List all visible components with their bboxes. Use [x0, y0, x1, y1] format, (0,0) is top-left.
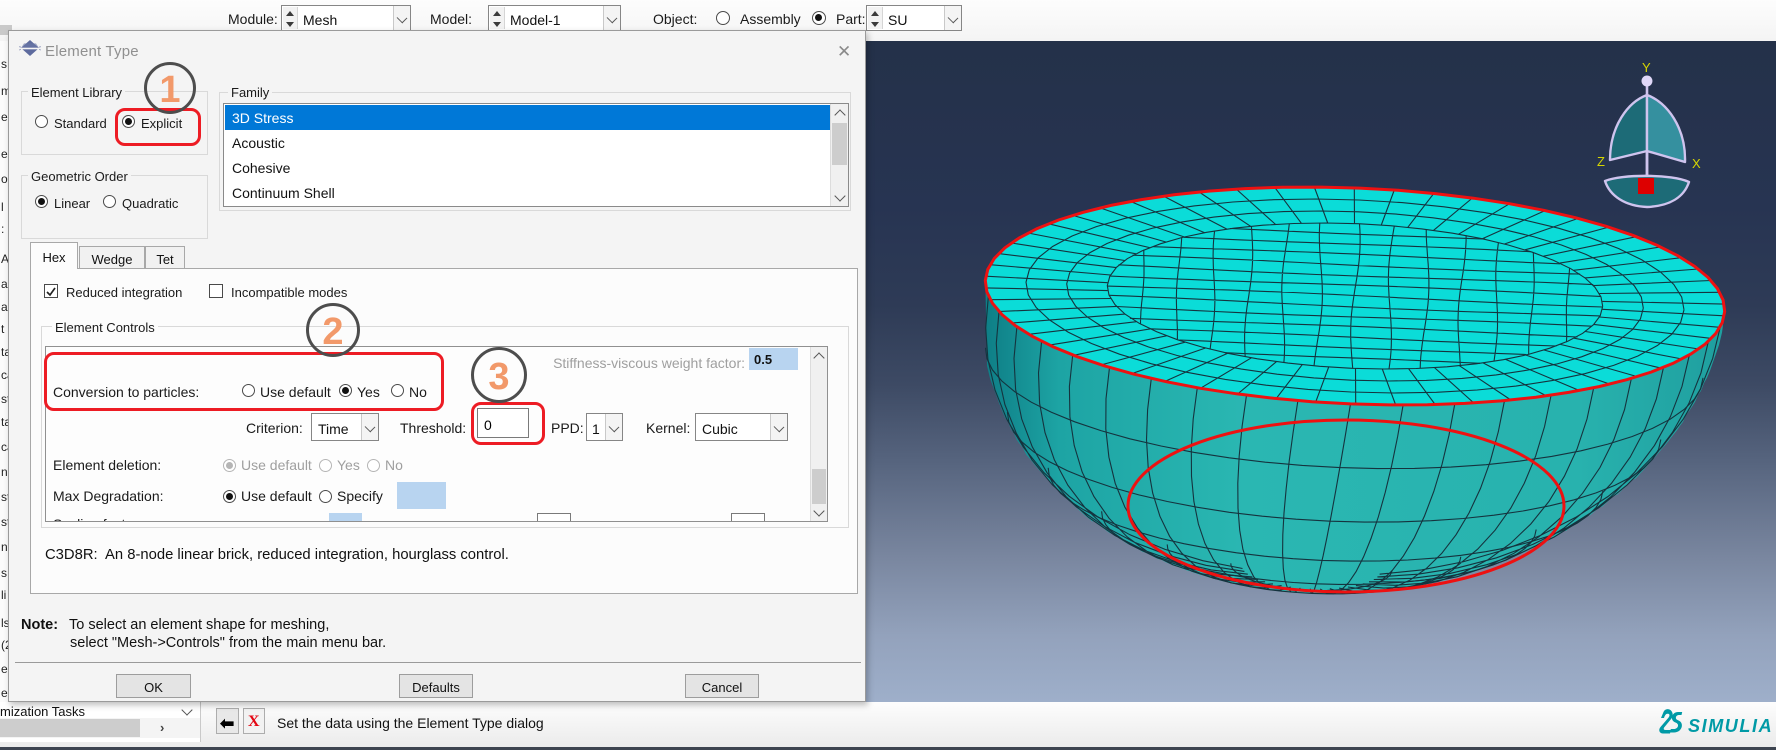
svg-text:SIMULIA: SIMULIA	[1688, 716, 1773, 736]
svg-text:X: X	[1692, 156, 1701, 171]
svg-text:Y: Y	[1642, 60, 1651, 75]
svg-text:Z: Z	[1597, 154, 1605, 169]
